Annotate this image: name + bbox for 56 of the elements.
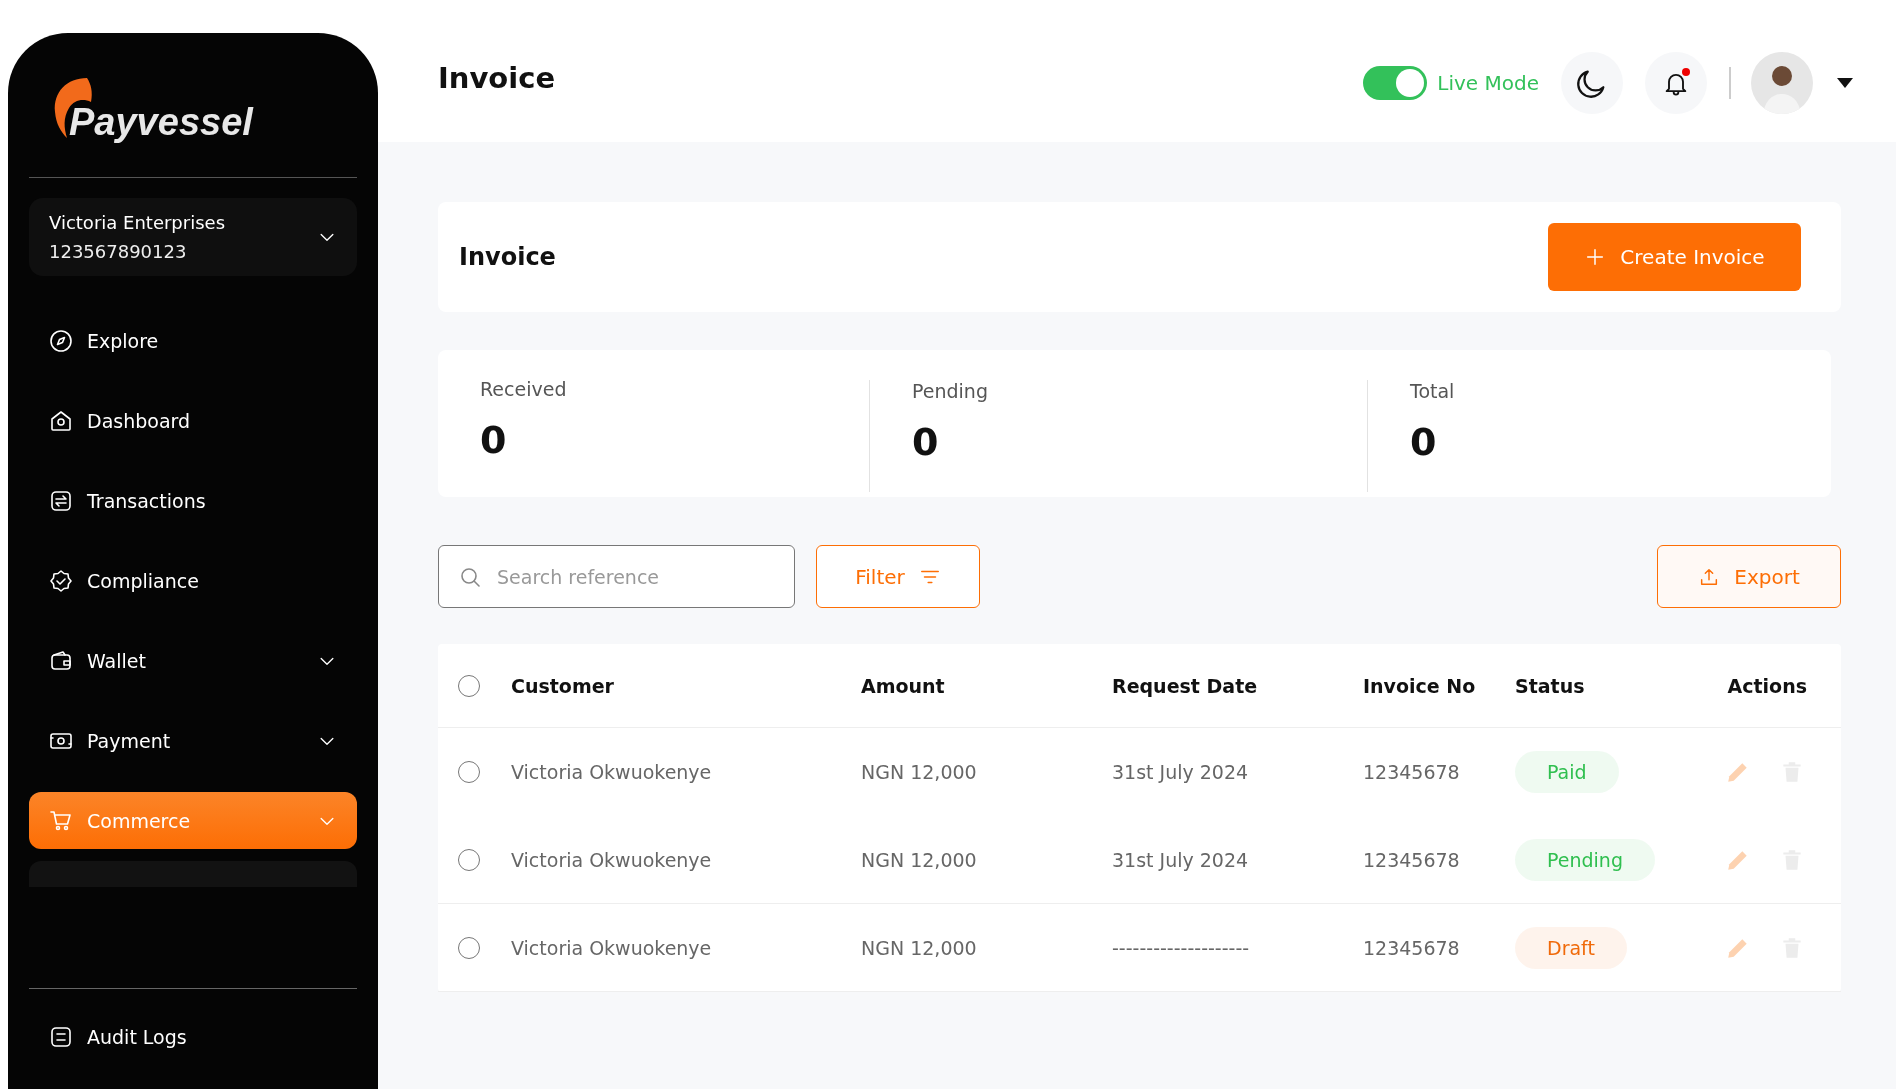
table-cell-text: 12345678 <box>1363 936 1461 959</box>
table-cell-text: 31st July 2024 <box>1112 848 1250 871</box>
live-mode-label: Live Mode <box>1437 71 1539 95</box>
column-header: Customer <box>511 674 615 697</box>
table-cell-text: NGN 12,000 <box>861 761 978 783</box>
account-number: 123567890123 <box>49 241 188 262</box>
table-cell-text: 12345678 <box>1363 848 1461 871</box>
nav-item[interactable]: Dashboard <box>29 392 357 449</box>
stat-label: Received <box>480 378 568 400</box>
row-checkbox[interactable] <box>458 761 480 783</box>
table-cell-text: -------------------- <box>1112 936 1251 959</box>
table-cell-text: Victoria Okwuokenye <box>511 936 713 959</box>
table-cell-text: NGN 12,000 <box>861 936 978 959</box>
stat-value: 0 <box>912 420 940 464</box>
stat-value: 0 <box>1410 420 1438 464</box>
transfer-icon <box>49 488 73 513</box>
account-name: Victoria Enterprises <box>49 212 225 233</box>
status-badge: Draft <box>1515 926 1627 969</box>
table-cell-text: 12345678 <box>1363 761 1461 783</box>
panel-title: Invoice <box>459 243 556 271</box>
table-cell-text: Victoria Okwuokenye <box>511 761 713 783</box>
status-badge: Pending <box>1515 838 1655 881</box>
search-icon <box>458 565 482 589</box>
table-cell-text: Victoria Okwuokenye <box>511 848 713 871</box>
nav-item[interactable]: Audit Logs <box>49 1025 337 1049</box>
shield-check-icon <box>49 568 73 593</box>
nav-item[interactable]: Payment <box>29 712 357 769</box>
column-header: Invoice No <box>1363 674 1477 697</box>
page-title: Invoice <box>438 61 557 97</box>
home-icon <box>49 408 73 433</box>
live-mode-toggle[interactable] <box>1363 66 1428 100</box>
row-checkbox[interactable] <box>458 848 480 871</box>
account-selector[interactable]: Victoria Enterprises 123567890123 <box>29 198 357 276</box>
stat-label: Pending <box>912 380 989 402</box>
nav-item[interactable]: Explore <box>29 312 357 369</box>
nav-item[interactable]: Transactions <box>29 472 357 529</box>
payvessel-logo: Payvessel <box>49 76 253 144</box>
table-cell-text: 31st July 2024 <box>1112 761 1250 783</box>
column-header: Amount <box>861 674 946 697</box>
compass-icon <box>49 328 73 353</box>
search-field[interactable]: Search reference <box>438 545 795 608</box>
wallet-icon <box>49 648 73 673</box>
column-header: Actions <box>1727 674 1808 697</box>
dropdown-caret-icon[interactable] <box>1837 78 1853 88</box>
nav-item[interactable]: Compliance <box>29 552 357 609</box>
stat-value: 0 <box>480 418 508 462</box>
stat-label: Total <box>1410 380 1456 402</box>
column-header: Status <box>1515 674 1586 697</box>
status-badge: Paid <box>1515 751 1619 793</box>
row-checkbox[interactable] <box>458 936 480 959</box>
cart-icon <box>49 808 73 833</box>
nav-item[interactable]: Wallet <box>29 632 357 689</box>
list-icon <box>49 1025 73 1049</box>
column-header: Request Date <box>1112 674 1259 697</box>
table-cell-text: NGN 12,000 <box>861 848 978 871</box>
select-all-checkbox[interactable] <box>458 674 480 697</box>
